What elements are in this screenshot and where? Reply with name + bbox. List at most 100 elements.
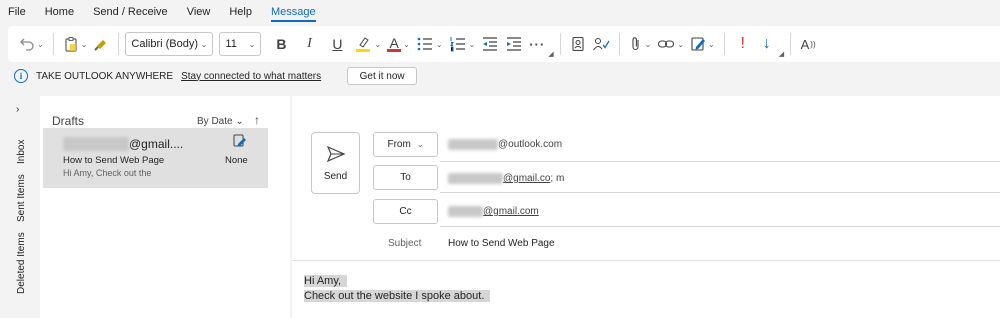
- sort-by-button[interactable]: By Date ⌄: [197, 116, 244, 127]
- dialog-launcher-icon[interactable]: ◢: [779, 50, 784, 58]
- subject-input[interactable]: How to Send Web Page: [448, 238, 555, 249]
- signature-button[interactable]: ⌄: [687, 30, 718, 58]
- highlight-button[interactable]: ⌄: [351, 30, 384, 58]
- font-size-select[interactable]: 11 ⌄: [219, 32, 262, 56]
- link-icon: [658, 40, 675, 48]
- numbered-list-icon: [449, 37, 465, 52]
- send-button[interactable]: Send: [311, 132, 360, 194]
- info-link[interactable]: Stay connected to what matters: [181, 71, 321, 82]
- chevron-down-icon: ⌄: [435, 39, 443, 49]
- decrease-indent-button[interactable]: [478, 30, 502, 58]
- italic-button[interactable]: I: [295, 30, 323, 58]
- message-list-pane: Drafts By Date ⌄ ↑ xxxxxxxxxxx@gmail....…: [40, 96, 290, 318]
- paperclip-icon: [632, 37, 639, 51]
- info-icon: i: [14, 69, 28, 83]
- font-color-swatch: [387, 48, 402, 52]
- font-name-select[interactable]: Calibri (Body) ⌄: [125, 32, 214, 56]
- chevron-down-icon: ⌄: [644, 39, 652, 49]
- message-status: None: [225, 155, 248, 166]
- immersive-reader-label: A: [800, 36, 810, 52]
- font-size-value: 11: [225, 38, 237, 50]
- divider: [723, 33, 725, 55]
- divider: [559, 33, 561, 55]
- folder-rail: › Inbox Sent Items Deleted Items: [0, 90, 40, 318]
- font-color-button[interactable]: A ⌄: [384, 30, 413, 58]
- from-field[interactable]: xxxxxxxxxx@outlook.com: [448, 139, 562, 150]
- font-color-letter: A: [389, 34, 399, 51]
- chevron-down-icon: ⌄: [235, 116, 244, 127]
- rail-item-inbox[interactable]: Inbox: [16, 140, 27, 164]
- chevron-down-icon: ⌄: [416, 140, 424, 149]
- underline-button[interactable]: U: [323, 30, 351, 58]
- low-importance-button[interactable]: ↓: [755, 30, 779, 58]
- to-field[interactable]: xxxxxxxxxxx@gmail.co; m: [448, 173, 564, 184]
- folder-title: Drafts: [52, 114, 85, 128]
- bullet-list-icon: [417, 37, 432, 51]
- check-names-button[interactable]: [589, 30, 613, 58]
- menu-home[interactable]: Home: [45, 6, 74, 18]
- undo-icon: [20, 38, 34, 51]
- chevron-down-icon: ⌄: [374, 39, 382, 49]
- highlighter-icon: [356, 37, 371, 52]
- chevron-right-icon[interactable]: ›: [16, 104, 19, 115]
- chevron-down-icon: ⌄: [677, 39, 685, 49]
- body-line-2: Check out the website I spoke about.: [304, 290, 491, 302]
- decrease-indent-icon: [483, 37, 498, 51]
- address-book-button[interactable]: [567, 30, 589, 58]
- menu-send-receive[interactable]: Send / Receive: [93, 6, 168, 18]
- bullets-button[interactable]: ⌄: [413, 30, 446, 58]
- immersive-reader-button[interactable]: A )): [797, 30, 819, 58]
- from-domain: @outlook.com: [498, 139, 563, 150]
- send-icon: [326, 145, 345, 162]
- increase-indent-icon: [507, 37, 522, 51]
- ribbon-toolbar: ⌄ ⌄ Calibri (Body) ⌄ 11 ⌄ B I U ⌄ A ⌄ ⌄ …: [8, 26, 1000, 62]
- high-importance-button[interactable]: !: [731, 30, 755, 58]
- cc-field[interactable]: xxxxxxx@gmail.com: [448, 206, 539, 217]
- chevron-down-icon: ⌄: [37, 39, 44, 49]
- check-names-icon: [592, 38, 610, 51]
- message-body[interactable]: Hi Amy, Check out the website I spoke ab…: [304, 274, 491, 304]
- to-button[interactable]: To: [373, 165, 438, 190]
- to-domain: @gmail.co: [503, 173, 551, 184]
- compose-pane: Send From ⌄ xxxxxxxxxx@outlook.com To xx…: [292, 96, 1000, 318]
- redacted-text: xxxxxxxxxxx: [63, 137, 129, 151]
- get-it-now-button[interactable]: Get it now: [347, 67, 418, 85]
- menu-help[interactable]: Help: [229, 6, 252, 18]
- increase-indent-button[interactable]: [502, 30, 526, 58]
- cc-domain: @gmail.com: [483, 206, 539, 217]
- undo-button[interactable]: ⌄: [16, 30, 47, 58]
- link-button[interactable]: ⌄: [654, 30, 687, 58]
- chevron-down-icon: ⌄: [403, 39, 410, 49]
- chevron-down-icon: ⌄: [708, 39, 715, 49]
- more-formatting-button[interactable]: ···: [526, 30, 548, 58]
- redacted-text: xxxxxxxxxxx: [448, 173, 503, 184]
- menu-view[interactable]: View: [187, 6, 211, 18]
- menu-message[interactable]: Message: [270, 6, 316, 22]
- subject-label: Subject: [388, 238, 422, 249]
- message-preview: Hi Amy, Check out the: [63, 168, 152, 178]
- numbering-button[interactable]: ⌄: [446, 30, 479, 58]
- message-from: xxxxxxxxxxx@gmail....: [63, 137, 183, 151]
- rail-item-deleted-items[interactable]: Deleted Items: [16, 232, 27, 294]
- sort-by-label: By Date: [197, 116, 233, 127]
- list-item[interactable]: xxxxxxxxxxx@gmail.... How to Send Web Pa…: [43, 128, 268, 188]
- rail-item-sent-items[interactable]: Sent Items: [16, 174, 27, 222]
- sort-direction-icon[interactable]: ↑: [254, 113, 260, 127]
- dialog-launcher-icon[interactable]: ◢: [548, 50, 553, 58]
- draft-edit-icon: [233, 134, 247, 151]
- bold-button[interactable]: B: [267, 30, 295, 58]
- arrow-down-icon: ↓: [762, 35, 771, 52]
- chevron-down-icon: ⌄: [468, 39, 476, 49]
- from-button[interactable]: From ⌄: [373, 132, 438, 157]
- format-painter-button[interactable]: [90, 30, 112, 58]
- clipboard-icon: [65, 36, 77, 52]
- divider: [618, 33, 620, 55]
- chevron-down-icon: ⌄: [80, 39, 88, 49]
- cc-button[interactable]: Cc: [373, 199, 438, 224]
- body-line-1: Hi Amy,: [304, 275, 348, 287]
- paste-button[interactable]: ⌄: [60, 30, 91, 58]
- attach-file-button[interactable]: ⌄: [626, 30, 655, 58]
- menu-file[interactable]: File: [8, 6, 26, 18]
- divider: [52, 33, 54, 55]
- redacted-text: xxxxxxx: [448, 206, 483, 217]
